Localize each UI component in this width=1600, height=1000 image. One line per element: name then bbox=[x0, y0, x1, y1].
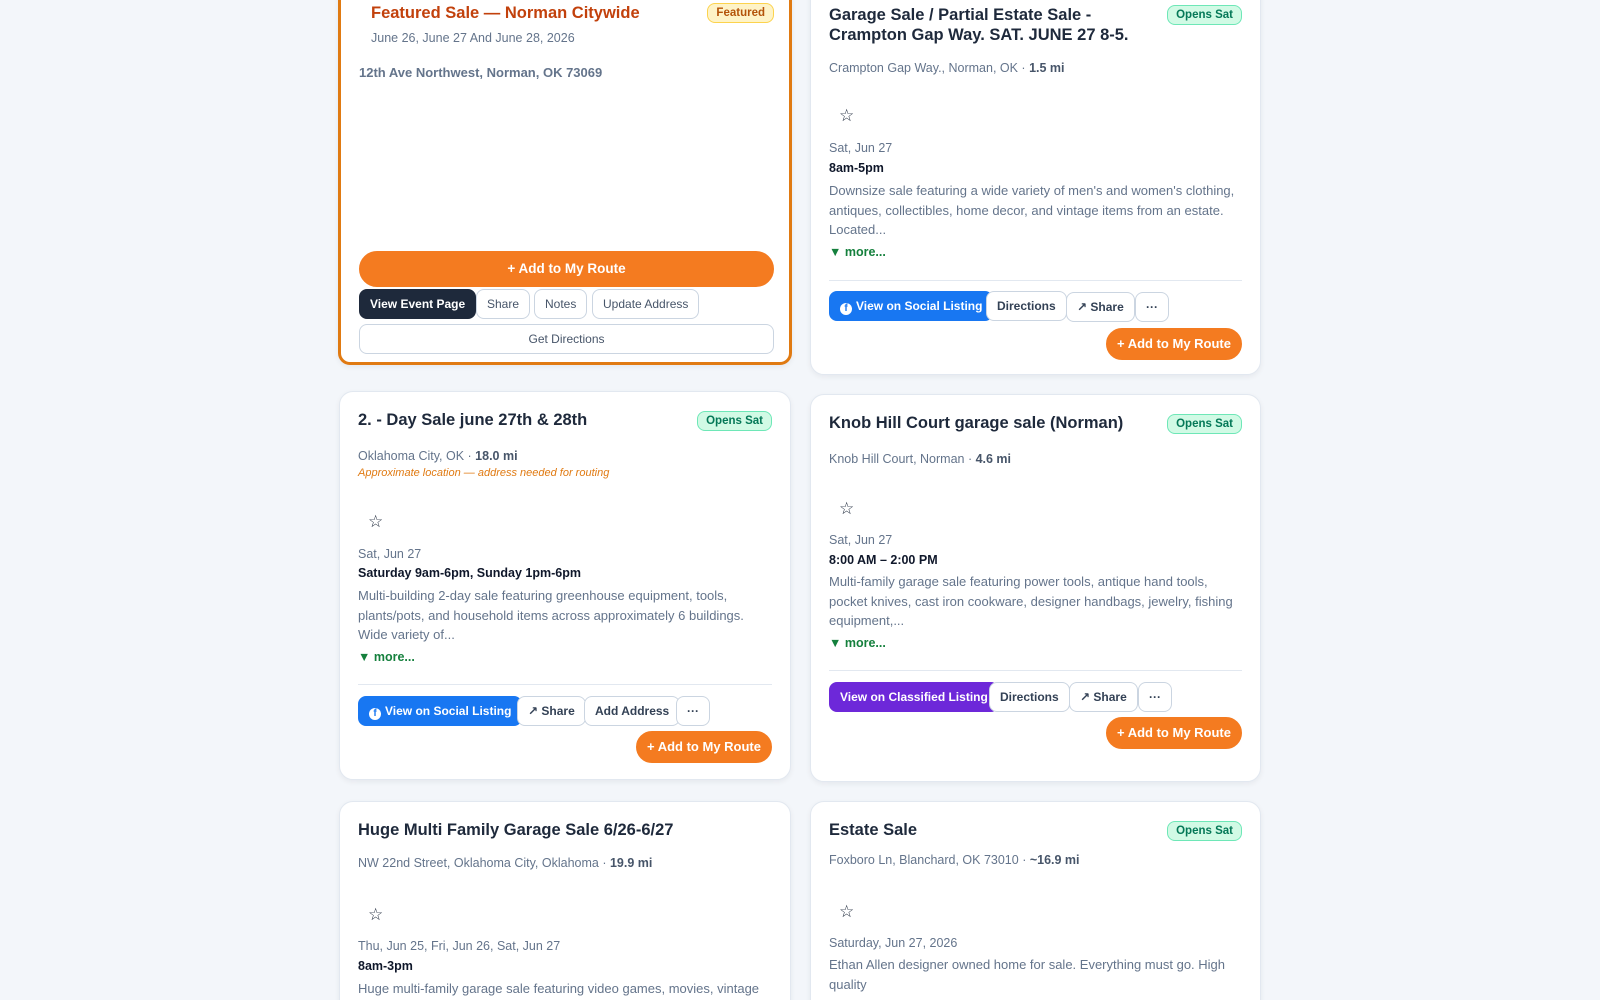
sale-description: Ethan Allen designer owned home for sale… bbox=[829, 957, 1226, 992]
more-toggle[interactable]: ▼ more... bbox=[829, 245, 886, 259]
sale-title[interactable]: Huge Multi Family Garage Sale 6/26-6/27 bbox=[358, 820, 673, 840]
distance: 18.0 mi bbox=[475, 449, 518, 463]
favorite-star-icon[interactable]: ☆ bbox=[839, 106, 854, 126]
sale-description: Downsize sale featuring a wide variety o… bbox=[829, 183, 1235, 237]
divider bbox=[829, 670, 1242, 671]
directions-button[interactable]: Directions bbox=[989, 682, 1070, 712]
sale-title[interactable]: Garage Sale / Partial Estate Sale - Cram… bbox=[829, 5, 1159, 45]
add-address-button[interactable]: Add Address bbox=[584, 696, 681, 726]
more-options-button[interactable]: ··· bbox=[676, 696, 710, 726]
sale-card: Huge Multi Family Garage Sale 6/26-6/27 … bbox=[339, 801, 791, 1000]
sale-card: 2. - Day Sale june 27th & 28th Opens Sat… bbox=[339, 391, 791, 780]
sale-hours: 8am-5pm bbox=[829, 161, 884, 175]
sale-card: Knob Hill Court garage sale (Norman) Ope… bbox=[810, 394, 1261, 782]
featured-sale-card: Featured Sale — Norman Citywide Featured… bbox=[338, 0, 792, 365]
add-to-route-button[interactable]: + Add to My Route bbox=[636, 731, 772, 763]
sale-location: Foxboro Ln, Blanchard, OK 73010 · ~16.9 … bbox=[829, 853, 1080, 867]
sale-hours: 8am-3pm bbox=[358, 959, 413, 973]
sale-date: Sat, Jun 27 bbox=[829, 141, 893, 155]
get-directions-button[interactable]: Get Directions bbox=[359, 324, 774, 354]
sale-location: Oklahoma City, OK · 18.0 mi bbox=[358, 449, 518, 463]
view-classified-listing-button[interactable]: View on Classified Listing bbox=[829, 682, 999, 712]
sale-title[interactable]: Estate Sale bbox=[829, 820, 917, 840]
distance: ~16.9 mi bbox=[1029, 853, 1080, 867]
more-toggle[interactable]: ▼ more... bbox=[829, 636, 886, 650]
sale-address: 12th Ave Northwest, Norman, OK 73069 bbox=[359, 65, 603, 80]
sale-date: Saturday, Jun 27, 2026 bbox=[829, 936, 958, 950]
sale-card: Estate Sale Opens Sat Foxboro Ln, Blanch… bbox=[810, 801, 1261, 1000]
sale-title[interactable]: 2. - Day Sale june 27th & 28th bbox=[358, 410, 587, 430]
favorite-star-icon[interactable]: ☆ bbox=[368, 905, 383, 925]
sale-card: Garage Sale / Partial Estate Sale - Cram… bbox=[810, 0, 1261, 375]
sale-date: Sat, Jun 27 bbox=[829, 533, 893, 547]
sale-description: Multi-family garage sale featuring power… bbox=[829, 574, 1233, 628]
share-button[interactable]: ↗ Share bbox=[1069, 682, 1138, 712]
sale-location: NW 22nd Street, Oklahoma City, Oklahoma … bbox=[358, 856, 653, 870]
view-social-listing-button[interactable]: f View on Social Listing bbox=[829, 291, 994, 321]
add-to-route-button[interactable]: + Add to My Route bbox=[359, 251, 774, 287]
sale-date: Sat, Jun 27 bbox=[358, 547, 422, 561]
favorite-star-icon[interactable]: ☆ bbox=[839, 902, 854, 922]
sale-hours: Saturday 9am-6pm, Sunday 1pm-6pm bbox=[358, 566, 581, 580]
divider bbox=[829, 280, 1242, 281]
share-button[interactable]: Share bbox=[476, 289, 531, 319]
sale-title[interactable]: Knob Hill Court garage sale (Norman) bbox=[829, 413, 1123, 433]
approximate-location-warning: Approximate location — address needed fo… bbox=[358, 467, 610, 479]
sale-description: Huge multi-family garage sale featuring … bbox=[358, 981, 760, 996]
distance: 4.6 mi bbox=[975, 452, 1012, 466]
favorite-star-icon[interactable]: ☆ bbox=[368, 512, 383, 532]
distance: 1.5 mi bbox=[1029, 61, 1065, 75]
add-to-route-button[interactable]: + Add to My Route bbox=[1106, 717, 1242, 749]
facebook-icon: f bbox=[369, 708, 381, 720]
sales-list-page: Featured Sale — Norman Citywide Featured… bbox=[0, 0, 1600, 1000]
share-button[interactable]: ↗ Share bbox=[1066, 292, 1135, 322]
status-badge: Opens Sat bbox=[1167, 414, 1242, 434]
status-badge: Opens Sat bbox=[1167, 5, 1242, 25]
view-social-listing-button[interactable]: f View on Social Listing bbox=[358, 696, 523, 726]
more-toggle[interactable]: ▼ more... bbox=[358, 650, 415, 664]
sale-title[interactable]: Featured Sale — Norman Citywide bbox=[371, 3, 640, 23]
directions-button[interactable]: Directions bbox=[986, 291, 1067, 321]
sale-date: Thu, Jun 25, Fri, Jun 26, Sat, Jun 27 bbox=[358, 939, 561, 953]
update-address-button[interactable]: Update Address bbox=[592, 289, 700, 319]
favorite-star-icon[interactable]: ☆ bbox=[839, 499, 854, 519]
notes-button[interactable]: Notes bbox=[534, 289, 588, 319]
share-button[interactable]: ↗ Share bbox=[517, 696, 586, 726]
more-options-button[interactable]: ··· bbox=[1138, 682, 1172, 712]
view-event-page-button[interactable]: View Event Page bbox=[359, 289, 477, 319]
sale-location: Knob Hill Court, Norman · 4.6 mi bbox=[829, 452, 1012, 466]
sale-description: Multi-building 2-day sale featuring gree… bbox=[358, 588, 744, 642]
sale-location: Crampton Gap Way., Norman, OK · 1.5 mi bbox=[829, 61, 1065, 75]
facebook-icon: f bbox=[840, 303, 852, 315]
sale-hours: 8:00 AM – 2:00 PM bbox=[829, 553, 938, 567]
add-to-route-button[interactable]: + Add to My Route bbox=[1106, 328, 1242, 360]
featured-badge: Featured bbox=[707, 3, 774, 23]
status-badge: Opens Sat bbox=[697, 411, 772, 431]
divider bbox=[358, 684, 772, 685]
more-options-button[interactable]: ··· bbox=[1135, 292, 1169, 322]
status-badge: Opens Sat bbox=[1167, 821, 1242, 841]
distance: 19.9 mi bbox=[609, 856, 653, 870]
sale-dates: June 26, June 27 And June 28, 2026 bbox=[371, 31, 575, 45]
